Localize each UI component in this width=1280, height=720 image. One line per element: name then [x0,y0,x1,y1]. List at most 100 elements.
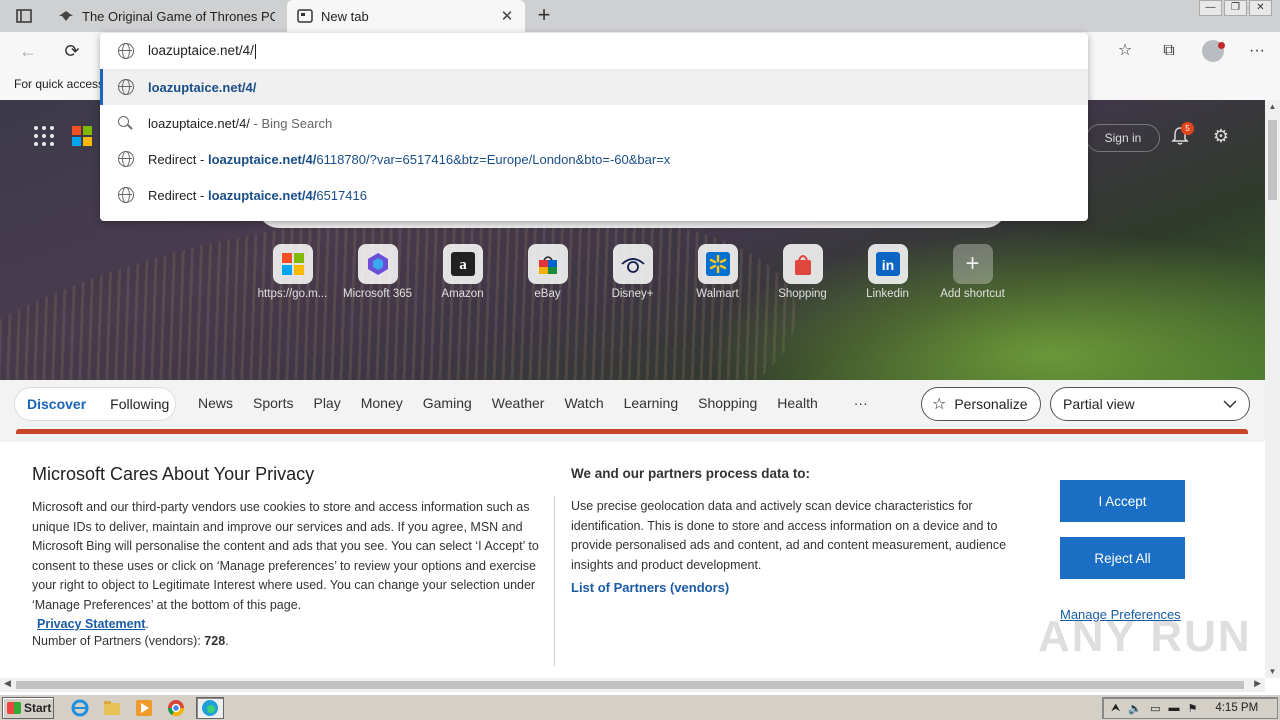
shortcut-ebay[interactable]: eBay [505,244,590,300]
chrome-icon[interactable] [164,697,188,719]
suggestion-text: Redirect - loazuptaice.net/4/6517416 [148,188,367,203]
notification-badge: 5 [1181,122,1194,135]
power-icon[interactable]: ▬ [1168,702,1179,714]
m365-icon [357,244,398,284]
scroll-right-icon[interactable]: ▶ [1254,678,1261,689]
globe-icon [118,43,134,59]
close-tab-icon[interactable]: ✕ [499,7,515,25]
scroll-up-icon[interactable]: ▲ [1267,102,1278,111]
shortcut-label: Add shortcut [940,288,1005,300]
suggestion-url-rest: 6118780/?var=6517416&btz=Europe/London&b… [316,151,671,167]
suggestion-redirect-2[interactable]: Redirect - loazuptaice.net/4/6517416 [100,177,1088,213]
volume-icon[interactable]: 🔈 [1128,702,1142,715]
minimize-button[interactable]: — [1199,0,1222,16]
disney-icon [612,244,653,284]
more-options-icon[interactable]: ··· [1246,40,1268,62]
shortcut-linkedin[interactable]: in Linkedin [845,244,930,300]
privacy-body-text: Microsoft and our third-party vendors us… [32,500,539,612]
shortcut-walmart[interactable]: Walmart [675,244,760,300]
feed-link-shopping[interactable]: Shopping [698,395,757,411]
scroll-left-icon[interactable]: ◀ [4,678,11,689]
horizontal-scrollbar[interactable]: ◀ ▶ [0,678,1265,692]
profile-avatar[interactable] [1202,40,1225,62]
network-icon[interactable]: ▭ [1150,702,1160,715]
shortcut-label: Amazon [441,288,484,300]
linkedin-icon: in [867,244,908,284]
media-player-icon[interactable] [132,697,156,719]
suggestion-highlight: loazuptaice.net/4/ [207,151,317,167]
site-favicon-icon [59,11,73,21]
feed-link-money[interactable]: Money [361,395,403,411]
list-of-partners-link[interactable]: List of Partners (vendors) [571,580,729,595]
scroll-down-icon[interactable]: ▼ [1267,667,1278,676]
feed-link-watch[interactable]: Watch [564,395,603,411]
globe-icon [118,187,134,203]
view-mode-select[interactable]: Partial view [1050,387,1250,421]
edge-icon[interactable] [196,697,224,719]
feed-more-icon[interactable]: ··· [854,395,868,411]
suggestion-search[interactable]: loazuptaice.net/4/ - Bing Search [100,105,1088,141]
shopping-bag-icon [782,244,823,284]
flag-icon[interactable]: ⚑ [1187,702,1197,715]
tab-title: The Original Game of Thrones PC [82,8,275,24]
internet-explorer-icon[interactable] [68,697,92,719]
accept-button[interactable]: I Accept [1060,480,1185,522]
suggestion-highlight: loazuptaice.net/4/ [148,79,257,95]
file-explorer-icon[interactable] [100,697,124,719]
personalize-button[interactable]: ☆ Personalize [921,387,1041,421]
tab-discover[interactable]: Discover [15,396,98,412]
new-tab-button[interactable]: + [532,4,556,28]
globe-icon [118,79,134,95]
walmart-icon [697,244,738,284]
feed-link-learning[interactable]: Learning [624,395,679,411]
windows-taskbar: Start ⮝ 🔈 ▭ ▬ ⚑ 4:15 PM [0,694,1280,720]
tab-actions-button[interactable] [8,6,40,26]
close-window-button[interactable]: ✕ [1249,0,1272,16]
shortcut-label: eBay [534,288,561,300]
sign-in-button[interactable]: Sign in [1086,124,1160,152]
shortcut-disney[interactable]: Disney+ [590,244,675,300]
suggestion-url[interactable]: loazuptaice.net/4/ [100,69,1088,105]
privacy-description: Microsoft and our third-party vendors us… [32,498,542,635]
personalize-icon: ☆ [932,396,947,413]
manage-preferences-link[interactable]: Manage Preferences [1060,607,1181,622]
app-launcher-icon[interactable] [34,126,54,146]
feed-category-links: News Sports Play Money Gaming Weather Wa… [198,395,868,411]
reload-button[interactable]: ⟳ [60,40,84,62]
start-button[interactable]: Start [2,697,54,719]
add-shortcut-button[interactable]: + Add shortcut [930,244,1015,300]
shortcut-label: Microsoft 365 [342,288,413,300]
back-button[interactable]: ← [16,40,40,62]
shortcut-label: Walmart [696,288,739,300]
feed-link-play[interactable]: Play [313,395,340,411]
shortcut-shopping[interactable]: Shopping [760,244,845,300]
privacy-statement-link[interactable]: Privacy Statement [37,617,145,631]
address-input-value[interactable]: loazuptaice.net/4/ [148,43,256,59]
tab-new-tab[interactable]: New tab ✕ [287,0,525,32]
shortcut-go-m[interactable]: https://go.m... [250,244,335,300]
feed-link-news[interactable]: News [198,395,233,411]
collections-icon[interactable]: ⧉ [1158,40,1180,62]
feed-link-weather[interactable]: Weather [492,395,545,411]
feed-toggle: Discover Following [14,387,176,421]
favorites-icon[interactable]: ☆ [1114,40,1136,62]
scroll-thumb[interactable] [16,681,1244,689]
tab-following[interactable]: Following [98,396,181,412]
shortcut-amazon[interactable]: a Amazon [420,244,505,300]
feed-link-sports[interactable]: Sports [253,395,293,411]
scroll-thumb[interactable] [1268,120,1277,200]
shortcut-microsoft-365[interactable]: Microsoft 365 [335,244,420,300]
chevron-up-icon[interactable]: ⮝ [1111,702,1120,715]
address-input[interactable]: loazuptaice.net/4/ [100,33,1088,69]
globe-icon [118,151,134,167]
reject-all-button[interactable]: Reject All [1060,537,1185,579]
restore-button[interactable]: ❐ [1224,0,1247,16]
settings-gear-icon[interactable]: ⚙ [1210,125,1232,147]
feed-link-gaming[interactable]: Gaming [423,395,472,411]
vertical-scrollbar[interactable]: ▲ ▼ [1265,100,1280,678]
suggestion-prefix: Redirect - [148,151,208,167]
suggestion-redirect-1[interactable]: Redirect - loazuptaice.net/4/6118780/?va… [100,141,1088,177]
feed-link-health[interactable]: Health [777,395,817,411]
tab-game-of-thrones[interactable]: The Original Game of Thrones PC [48,0,285,32]
svg-text:in: in [881,257,893,273]
